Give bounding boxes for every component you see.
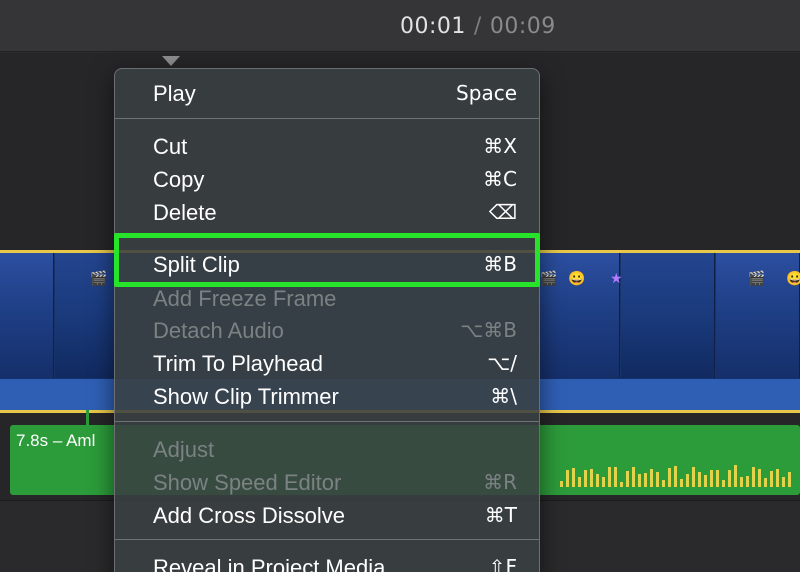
waveform-bar (728, 469, 731, 487)
menu-item-trim-to-playhead[interactable]: Trim To Playhead ⌥/ (115, 345, 539, 378)
menu-item-play[interactable]: Play Space (115, 75, 539, 108)
emoji-icon: 😀 (568, 270, 586, 286)
menu-item-adjust: Adjust (115, 431, 539, 464)
menu-item-label: Reveal in Project Media (153, 555, 386, 572)
waveform-bar (572, 468, 575, 487)
waveform-bar (578, 476, 581, 487)
current-time: 00:01 (400, 14, 466, 39)
timecode-display: 00:01 / 00:09 (400, 14, 556, 39)
waveform-bar (566, 469, 569, 487)
waveform-bar (740, 476, 743, 487)
waveform-bar (758, 469, 761, 487)
waveform-bar (626, 471, 629, 487)
menu-item-reveal-in-project-media[interactable]: Reveal in Project Media ⇧F (115, 549, 539, 572)
waveform-bar (722, 479, 725, 487)
menu-item-shortcut: ⌘X (483, 134, 517, 158)
waveform-bar (650, 469, 653, 487)
context-menu: Play Space Cut ⌘X Copy ⌘C Delete ⌫ Split… (114, 68, 540, 572)
waveform-bar (584, 470, 587, 487)
waveform-bar (608, 466, 611, 487)
menu-item-shortcut: ⌘\ (490, 384, 517, 408)
menu-item-label: Show Speed Editor (153, 470, 342, 495)
waveform-bar (656, 471, 659, 487)
menu-item-shortcut: ⌥/ (487, 351, 517, 375)
menu-item-label: Show Clip Trimmer (153, 384, 339, 409)
waveform-bar (692, 467, 695, 487)
waveform-bar (560, 480, 563, 487)
waveform-bar (674, 465, 677, 487)
menu-item-label: Adjust (153, 437, 215, 462)
menu-item-label: Add Cross Dissolve (153, 503, 345, 528)
waveform-bar (620, 482, 623, 487)
waveform-bar (590, 469, 593, 487)
menu-item-shortcut: ⌘C (483, 167, 517, 191)
menu-item-cut[interactable]: Cut ⌘X (115, 128, 539, 161)
menu-item-label: Add Freeze Frame (153, 286, 337, 311)
waveform-bar (734, 465, 737, 487)
waveform-bar (776, 468, 779, 487)
waveform-bar (638, 474, 641, 487)
waveform-bar (644, 472, 647, 487)
waveform-bar (746, 476, 749, 487)
emoji-icon: 😀 (786, 270, 800, 286)
waveform-bar (668, 468, 671, 487)
menu-item-label: Detach Audio (153, 318, 284, 343)
waveform-bar (686, 473, 689, 487)
menu-item-shortcut: ⇧F (488, 555, 517, 572)
menu-item-label: Cut (153, 134, 188, 159)
timecode-separator: / (473, 14, 482, 39)
menu-item-label: Play (153, 81, 196, 106)
menu-item-shortcut: Space (456, 81, 517, 105)
clip-thumbnail (621, 253, 715, 378)
menu-item-label: Trim To Playhead (153, 351, 323, 376)
waveform-bar (632, 467, 635, 487)
menu-item-shortcut: ⌘T (484, 503, 517, 527)
star-icon: ★ (610, 270, 623, 286)
waveform-bar (602, 476, 605, 487)
waveform-bar (788, 472, 791, 487)
playhead-marker-icon[interactable] (162, 56, 180, 66)
waveform-bar (704, 475, 707, 487)
app-icon: 🎬 (90, 270, 108, 286)
waveform-bar (764, 478, 767, 487)
split-clip-highlight (114, 233, 540, 287)
menu-item-shortcut: ⌘R (483, 470, 517, 494)
menu-item-label: Copy (153, 167, 205, 192)
waveform-bar (710, 469, 713, 487)
menu-item-show-speed-editor: Show Speed Editor ⌘R (115, 464, 539, 497)
menu-separator (115, 421, 539, 422)
audio-clip-title: 7.8s – Aml (16, 431, 96, 450)
total-duration: 00:09 (489, 14, 556, 39)
menu-separator (115, 539, 539, 540)
menu-item-delete[interactable]: Delete ⌫ (115, 194, 539, 227)
waveform-bar (782, 476, 785, 487)
menu-item-show-clip-trimmer[interactable]: Show Clip Trimmer ⌘\ (115, 378, 539, 411)
waveform-bar (614, 467, 617, 487)
menu-item-shortcut: ⌥⌘B (460, 318, 517, 342)
waveform-bar (662, 479, 665, 487)
menu-item-label: Delete (153, 200, 217, 225)
app-icon: 🎬 (748, 270, 766, 286)
waveform-bar (770, 471, 773, 487)
waveform-bar (752, 467, 755, 487)
menu-item-copy[interactable]: Copy ⌘C (115, 161, 539, 194)
clip-thumbnail (0, 253, 54, 378)
delete-key-icon: ⌫ (488, 200, 517, 224)
app-icon: 🎬 (540, 270, 558, 286)
waveform-bar (698, 471, 701, 487)
menu-separator (115, 118, 539, 119)
waveform-bar (716, 470, 719, 487)
waveform-bar (680, 479, 683, 487)
waveform-bar (596, 474, 599, 487)
menu-item-detach-audio: Detach Audio ⌥⌘B (115, 312, 539, 345)
menu-item-add-cross-dissolve[interactable]: Add Cross Dissolve ⌘T (115, 497, 539, 530)
viewer-toolbar: 00:01 / 00:09 (0, 0, 800, 52)
